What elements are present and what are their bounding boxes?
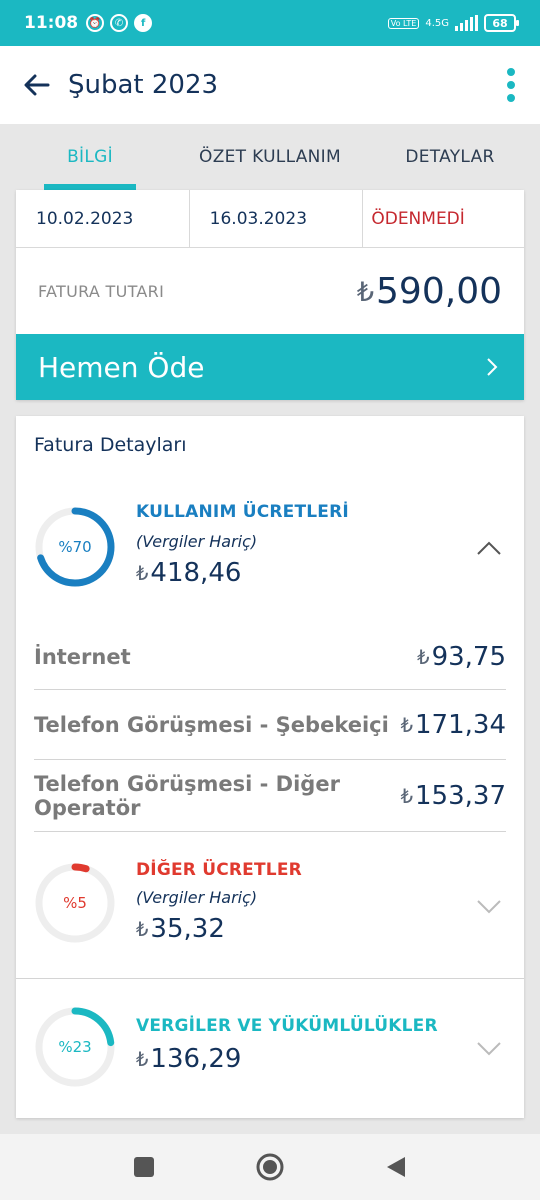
status-bar: 11:08 ⏰ ✆ f Vo LTE 4.5G 68: [0, 0, 540, 46]
divider: [16, 978, 524, 979]
other-fees-amount-value: 35,32: [150, 914, 225, 944]
more-options-button[interactable]: [504, 68, 518, 102]
invoice-details-card: Fatura Detayları %70 KULLANIM ÜCRETLERİ …: [16, 416, 524, 1118]
pay-now-label: Hemen Öde: [38, 350, 205, 384]
other-percent-label: %5: [63, 894, 87, 912]
line-item-amount: ₺153,37: [401, 781, 506, 811]
lira-symbol: ₺: [400, 713, 414, 737]
lira-symbol: ₺: [417, 645, 430, 669]
amount-label: FATURA TUTARI: [38, 281, 165, 301]
other-fees-subtitle: (Vergiler Hariç): [136, 888, 258, 907]
invoice-amount: ₺590,00: [357, 271, 502, 312]
invoice-summary-card: 10.02.2023 16.03.2023 ÖDENMEDİ FATURA TU…: [16, 190, 524, 400]
system-nav-bar: [0, 1134, 540, 1200]
recents-button[interactable]: [129, 1152, 159, 1182]
back-nav-button[interactable]: [381, 1152, 411, 1182]
chevron-down-icon[interactable]: [476, 1040, 502, 1056]
tab-ozet-kullanim[interactable]: ÖZET KULLANIM: [180, 124, 360, 190]
lira-symbol: ₺: [136, 918, 149, 942]
back-arrow-icon: [24, 74, 50, 96]
issue-date: 10.02.2023: [16, 190, 190, 247]
invoice-amount-value: 590,00: [376, 270, 502, 312]
home-button[interactable]: [255, 1152, 285, 1182]
line-item-offnet-calls: Telefon Görüşmesi - Diğer Operatör ₺153,3…: [34, 760, 506, 832]
taxes-amount-value: 136,29: [150, 1044, 242, 1074]
more-dot-icon: [507, 94, 515, 102]
facebook-icon: f: [134, 14, 153, 32]
page-title: Şubat 2023: [68, 70, 219, 100]
usage-fees-amount-value: 418,46: [150, 558, 242, 588]
tab-detaylar[interactable]: DETAYLAR: [360, 124, 540, 190]
square-icon: [134, 1157, 154, 1177]
system-indicators: Vo LTE 4.5G 68: [387, 14, 519, 32]
whatsapp-icon: ✆: [110, 14, 129, 32]
payment-status: ÖDENMEDİ: [371, 208, 465, 229]
usage-fees-subtitle: (Vergiler Hariç): [136, 532, 258, 551]
line-item-label: Telefon Görüşmesi - Şebekeiçi: [34, 712, 389, 737]
dates-row: 10.02.2023 16.03.2023 ÖDENMEDİ: [16, 190, 524, 248]
lira-symbol: ₺: [356, 277, 375, 309]
chevron-down-icon[interactable]: [476, 898, 502, 914]
network-type: 4.5G: [425, 17, 449, 29]
invoice-amount-row: FATURA TUTARI ₺590,00: [16, 248, 524, 334]
notification-icons: ⏰ ✆ f: [86, 14, 153, 32]
taxes-amount: ₺136,29: [136, 1044, 241, 1074]
status-time: 11:08: [24, 13, 79, 33]
line-item-amount: ₺93,75: [417, 642, 506, 672]
due-date: 16.03.2023: [190, 190, 364, 247]
more-dot-icon: [507, 68, 515, 76]
line-item-label: Telefon Görüşmesi - Diğer Operatör: [34, 772, 340, 820]
line-item-amount: ₺171,34: [401, 710, 506, 740]
signal-icon: [455, 15, 478, 31]
circle-icon: [256, 1153, 284, 1181]
triangle-back-icon: [387, 1157, 405, 1177]
tab-bar: BİLGİ ÖZET KULLANIM DETAYLAR: [0, 124, 540, 190]
usage-fees-amount: ₺418,46: [136, 558, 241, 588]
chevron-up-icon[interactable]: [476, 540, 502, 556]
volte-icon: Vo LTE: [387, 17, 420, 29]
lira-symbol: ₺: [136, 1048, 149, 1072]
taxes-title: VERGİLER VE YÜKÜMLÜLÜKLER: [136, 1016, 438, 1036]
pay-now-button[interactable]: Hemen Öde: [16, 334, 524, 400]
battery-icon: 68: [484, 14, 519, 32]
chevron-right-icon: [487, 358, 498, 376]
usage-fees-group[interactable]: %70 KULLANIM ÜCRETLERİ (Vergiler Hariç) …: [16, 502, 524, 602]
line-item-amount-value: 93,75: [431, 641, 506, 672]
other-fees-amount: ₺35,32: [136, 914, 225, 944]
line-item-amount-value: 153,37: [415, 780, 506, 811]
lira-symbol: ₺: [136, 562, 149, 586]
line-item-label: İnternet: [34, 644, 131, 669]
taxes-percent-label: %23: [58, 1038, 92, 1056]
alarm-icon: ⏰: [86, 14, 105, 32]
line-item-onnet-calls: Telefon Görüşmesi - Şebekeiçi ₺171,34: [34, 690, 506, 760]
line-item-label-line2: Operatör: [34, 795, 141, 820]
back-button[interactable]: [22, 70, 52, 100]
taxes-group[interactable]: %23 VERGİLER VE YÜKÜMLÜLÜKLER ₺136,29: [16, 1006, 524, 1096]
details-title: Fatura Detayları: [34, 434, 187, 456]
app-bar: Şubat 2023: [0, 46, 540, 124]
more-dot-icon: [507, 81, 515, 89]
usage-percent-label: %70: [58, 538, 92, 556]
tab-bilgi[interactable]: BİLGİ: [0, 124, 180, 190]
line-item-amount-value: 171,34: [415, 709, 506, 740]
line-item-label-line1: Telefon Görüşmesi - Diğer: [34, 771, 340, 796]
other-fees-title: DİĞER ÜCRETLER: [136, 860, 302, 880]
line-item-internet: İnternet ₺93,75: [34, 624, 506, 690]
usage-fees-title: KULLANIM ÜCRETLERİ: [136, 502, 349, 522]
other-fees-group[interactable]: %5 DİĞER ÜCRETLER (Vergiler Hariç) ₺35,3…: [16, 858, 524, 958]
lira-symbol: ₺: [400, 784, 414, 808]
